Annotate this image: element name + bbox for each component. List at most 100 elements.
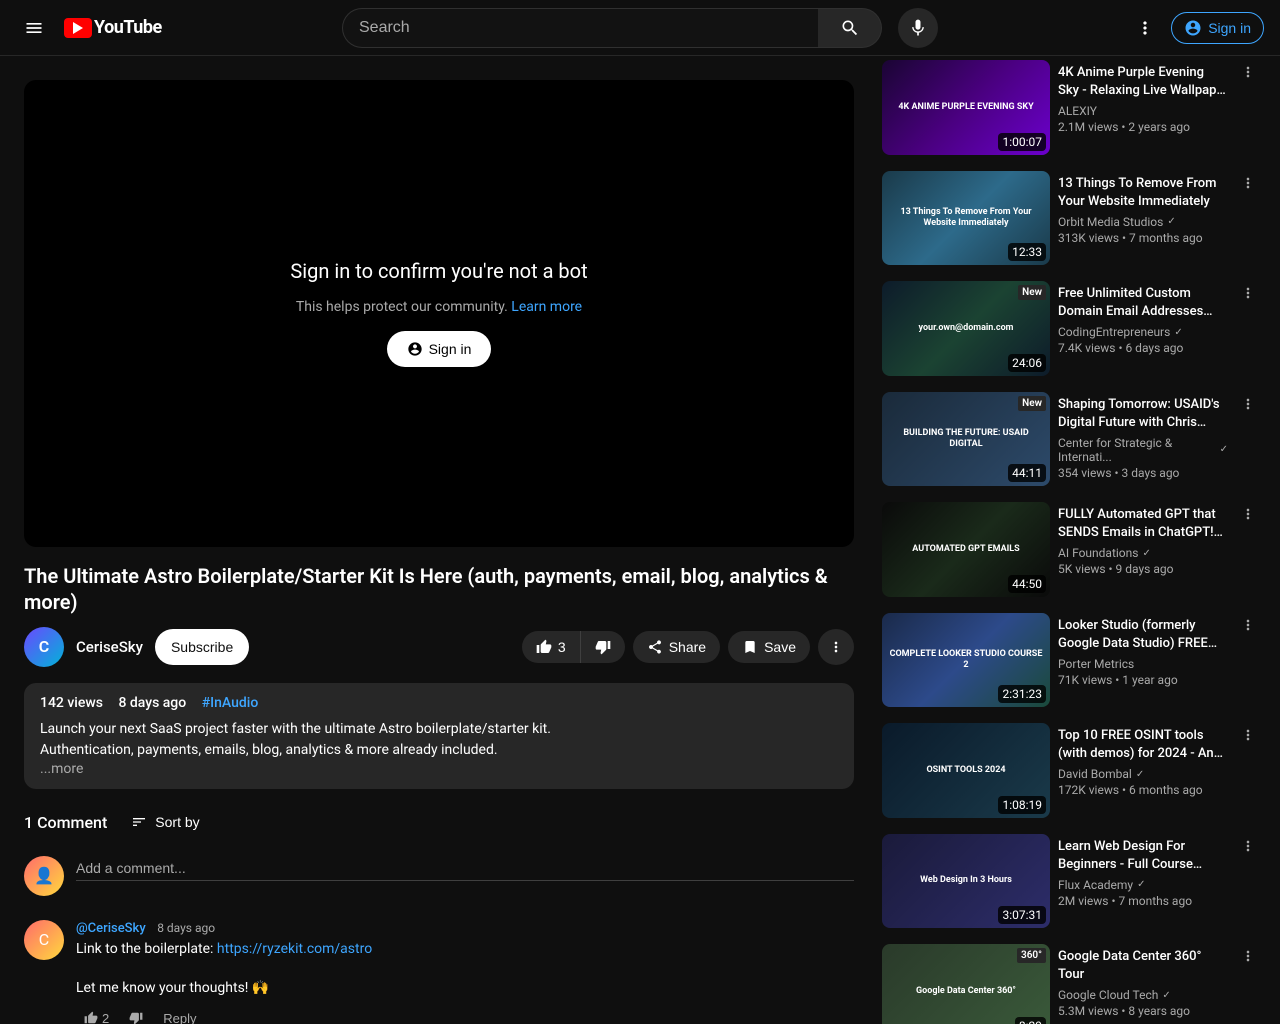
youtube-logo-icon bbox=[64, 18, 92, 38]
video-duration: 1:00:07 bbox=[998, 133, 1046, 151]
video-duration: 44:50 bbox=[1008, 575, 1046, 593]
video-title-sidebar: Free Unlimited Custom Domain Email Addre… bbox=[1058, 285, 1228, 321]
verified-icon: ✓ bbox=[1174, 327, 1182, 338]
sidebar-video-more-button[interactable] bbox=[1236, 502, 1260, 526]
sidebar-video-item[interactable]: Google Data Center 360° 8:29 360° Google… bbox=[878, 940, 1264, 1024]
sidebar-video-more-button[interactable] bbox=[1236, 613, 1260, 637]
channel-avatar: C bbox=[24, 627, 64, 667]
video-channel: Google Cloud Tech ✓ bbox=[1058, 988, 1228, 1002]
video-info: Top 10 FREE OSINT tools (with demos) for… bbox=[1058, 723, 1228, 818]
video-more-options bbox=[1236, 60, 1260, 155]
video-meta: 5.3M views • 8 years ago bbox=[1058, 1004, 1228, 1018]
channel-row: C CeriseSky Subscribe 3 Share bbox=[24, 627, 854, 667]
sidebar-video-item[interactable]: 13 Things To Remove From Your Website Im… bbox=[878, 167, 1264, 270]
add-comment-row: 👤 bbox=[24, 856, 854, 896]
sidebar-video-more-button[interactable] bbox=[1236, 723, 1260, 747]
sign-in-video-button[interactable]: Sign in bbox=[387, 331, 492, 367]
video-meta: 313K views • 7 months ago bbox=[1058, 231, 1228, 245]
comments-count: 1 Comment bbox=[24, 813, 107, 832]
video-thumbnail: BUILDING THE FUTURE: USAID DIGITAL 44:11… bbox=[882, 392, 1050, 487]
video-info: FULLY Automated GPT that SENDS Emails in… bbox=[1058, 502, 1228, 597]
header-center bbox=[224, 8, 1056, 48]
video-badge: New bbox=[1018, 285, 1046, 300]
more-actions-button[interactable] bbox=[818, 629, 854, 665]
video-channel: CodingEntrepreneurs ✓ bbox=[1058, 325, 1228, 339]
share-button[interactable]: Share bbox=[633, 631, 720, 663]
search-box bbox=[342, 8, 882, 48]
channel-name-sidebar: ALEXIY bbox=[1058, 104, 1097, 118]
channel-name-sidebar: Google Cloud Tech bbox=[1058, 988, 1158, 1002]
video-info: Learn Web Design For Beginners - Full Co… bbox=[1058, 834, 1228, 929]
video-title-sidebar: Looker Studio (formerly Google Data Stud… bbox=[1058, 617, 1228, 653]
video-title-sidebar: 4K Anime Purple Evening Sky - Relaxing L… bbox=[1058, 64, 1228, 100]
reply-button[interactable]: Reply bbox=[155, 1007, 204, 1024]
menu-button[interactable] bbox=[16, 10, 52, 46]
youtube-logo[interactable]: YouTube bbox=[64, 17, 162, 38]
video-title-sidebar: Top 10 FREE OSINT tools (with demos) for… bbox=[1058, 727, 1228, 763]
voice-search-button[interactable] bbox=[898, 8, 938, 48]
video-thumbnail: Web Design In 3 Hours 3:07:31 bbox=[882, 834, 1050, 929]
comments-section: 1 Comment Sort by 👤 C @CeriseSky 8 days … bbox=[24, 813, 854, 1024]
comments-header: 1 Comment Sort by bbox=[24, 813, 854, 832]
sidebar-video-more-button[interactable] bbox=[1236, 171, 1260, 195]
sidebar-videos: 4K ANIME PURPLE EVENING SKY 1:00:07 4K A… bbox=[878, 56, 1264, 1024]
video-info: 4K Anime Purple Evening Sky - Relaxing L… bbox=[1058, 60, 1228, 155]
sidebar-video-more-button[interactable] bbox=[1236, 60, 1260, 84]
channel-name[interactable]: CeriseSky bbox=[76, 638, 143, 656]
channel-name-sidebar: CodingEntrepreneurs bbox=[1058, 325, 1170, 339]
video-info: Google Data Center 360° Tour Google Clou… bbox=[1058, 944, 1228, 1024]
video-more-options bbox=[1236, 171, 1260, 266]
sidebar-video-more-button[interactable] bbox=[1236, 944, 1260, 968]
sidebar-video-item[interactable]: BUILDING THE FUTURE: USAID DIGITAL 44:11… bbox=[878, 388, 1264, 491]
sign-in-button[interactable]: Sign in bbox=[1171, 12, 1264, 44]
comment-like-button[interactable]: 2 bbox=[76, 1007, 117, 1024]
sidebar-video-item[interactable]: AUTOMATED GPT EMAILS 44:50 FULLY Automat… bbox=[878, 498, 1264, 601]
description-more[interactable]: ...more bbox=[40, 761, 838, 777]
search-button[interactable] bbox=[818, 8, 882, 48]
commenter-username[interactable]: @CeriseSky bbox=[76, 921, 146, 936]
post-date: 8 days ago bbox=[118, 695, 186, 711]
video-thumbnail: OSINT TOOLS 2024 1:08:19 bbox=[882, 723, 1050, 818]
save-button[interactable]: Save bbox=[728, 631, 810, 663]
action-buttons: 3 Share Save bbox=[522, 629, 854, 665]
video-duration: 2:31:23 bbox=[998, 685, 1046, 703]
like-button[interactable]: 3 bbox=[522, 631, 581, 663]
video-channel: David Bombal ✓ bbox=[1058, 767, 1228, 781]
sidebar-video-more-button[interactable] bbox=[1236, 281, 1260, 305]
video-channel: Flux Academy ✓ bbox=[1058, 878, 1228, 892]
comment-item: C @CeriseSky 8 days ago Link to the boil… bbox=[24, 920, 854, 1024]
search-input[interactable] bbox=[342, 8, 818, 48]
video-channel: Orbit Media Studios ✓ bbox=[1058, 215, 1228, 229]
video-panel: Sign in to confirm you're not a bot This… bbox=[0, 56, 878, 1024]
subscribe-button[interactable]: Subscribe bbox=[155, 629, 249, 665]
description-box[interactable]: 142 views 8 days ago #InAudio Launch you… bbox=[24, 683, 854, 789]
video-duration: 8:29 bbox=[1015, 1017, 1046, 1024]
sidebar-video-item[interactable]: COMPLETE LOOKER STUDIO COURSE 2 2:31:23 … bbox=[878, 609, 1264, 712]
video-duration: 12:33 bbox=[1008, 243, 1046, 261]
verified-icon: ✓ bbox=[1137, 879, 1145, 890]
sort-by-button[interactable]: Sort by bbox=[131, 814, 199, 830]
commenter-avatar: C bbox=[24, 920, 64, 960]
boilerplate-link[interactable]: https://ryzekit.com/astro bbox=[217, 941, 372, 957]
header: YouTube Sign in bbox=[0, 0, 1280, 56]
sidebar-video-item[interactable]: OSINT TOOLS 2024 1:08:19 Top 10 FREE OSI… bbox=[878, 719, 1264, 822]
comment-dislike-button[interactable] bbox=[121, 1007, 151, 1024]
video-meta: 2M views • 7 months ago bbox=[1058, 894, 1228, 908]
video-more-options bbox=[1236, 944, 1260, 1024]
sidebar-video-item[interactable]: Web Design In 3 Hours 3:07:31 Learn Web … bbox=[878, 830, 1264, 933]
channel-name-sidebar: David Bombal bbox=[1058, 767, 1132, 781]
learn-more-link[interactable]: Learn more bbox=[511, 299, 582, 315]
video-more-options bbox=[1236, 502, 1260, 597]
video-more-options bbox=[1236, 613, 1260, 708]
comment-input[interactable] bbox=[76, 856, 854, 881]
sidebar-video-item[interactable]: your.own@domain.com 24:06 New Free Unlim… bbox=[878, 277, 1264, 380]
video-title-sidebar: 13 Things To Remove From Your Website Im… bbox=[1058, 175, 1228, 211]
more-options-button[interactable] bbox=[1127, 10, 1163, 46]
video-channel: Porter Metrics bbox=[1058, 657, 1228, 671]
video-more-options bbox=[1236, 392, 1260, 487]
verified-icon: ✓ bbox=[1167, 216, 1175, 227]
sidebar-video-item[interactable]: 4K ANIME PURPLE EVENING SKY 1:00:07 4K A… bbox=[878, 56, 1264, 159]
sidebar-video-more-button[interactable] bbox=[1236, 392, 1260, 416]
dislike-button[interactable] bbox=[581, 631, 625, 663]
sidebar-video-more-button[interactable] bbox=[1236, 834, 1260, 858]
